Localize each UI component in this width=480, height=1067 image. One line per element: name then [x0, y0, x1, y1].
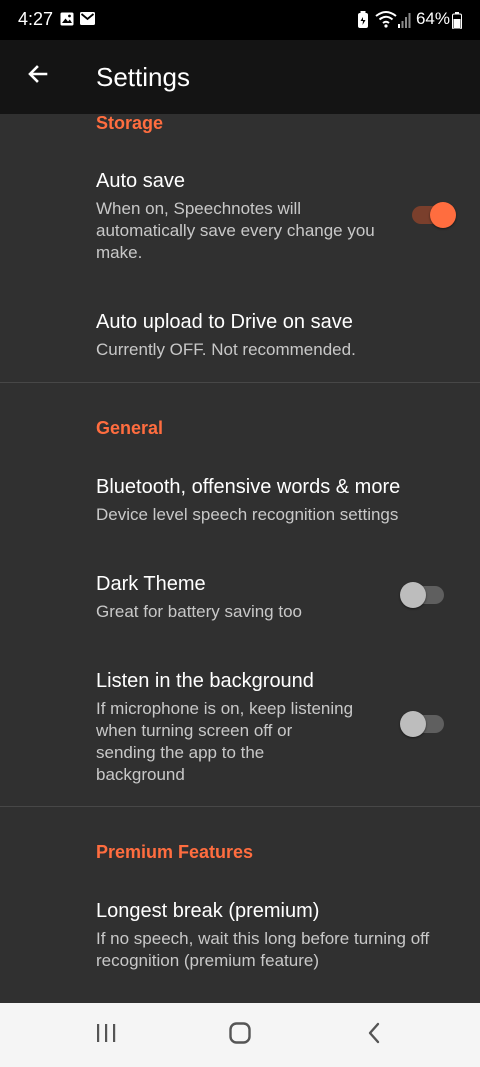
- pref-title: Bluetooth, offensive words & more: [96, 476, 401, 498]
- nav-back-icon: [366, 1021, 382, 1050]
- back-button[interactable]: [14, 52, 62, 100]
- settings-screen: 4:27 64% Settings Storage Auto save When…: [0, 0, 480, 1067]
- page-title: Settings: [96, 62, 190, 92]
- pref-listen-background[interactable]: Listen in the background If microphone i…: [0, 668, 480, 786]
- wifi-icon: [375, 10, 397, 33]
- pref-title: Listen in the background: [96, 670, 314, 692]
- pref-summary: Great for battery saving too: [96, 602, 302, 621]
- category-general: General: [96, 418, 164, 438]
- pref-longest-break[interactable]: Longest break (premium) If no speech, wa…: [0, 898, 480, 972]
- battery-percent: 64%: [415, 9, 450, 28]
- status-time: 4:27: [18, 9, 54, 29]
- pref-title: Auto save: [96, 170, 185, 192]
- pref-auto-save[interactable]: Auto save When on, Speechnotes will auto…: [0, 168, 480, 264]
- home-icon: [228, 1021, 252, 1050]
- mail-icon: [80, 12, 95, 30]
- divider: [0, 382, 480, 383]
- battery-saver-icon: [357, 11, 369, 33]
- arrow-left-icon: [26, 62, 50, 91]
- pref-title: Longest break (premium): [96, 900, 320, 922]
- navigation-bar: [0, 1003, 480, 1067]
- recents-button[interactable]: [82, 1015, 130, 1055]
- nav-back-button[interactable]: [350, 1015, 398, 1055]
- signal-icon: [398, 12, 412, 33]
- gallery-icon: [60, 12, 74, 31]
- pref-title: Dark Theme: [96, 573, 206, 595]
- pref-summary: If no speech, wait this long before turn…: [96, 929, 430, 970]
- pref-summary: Device level speech recognition settings: [96, 505, 399, 524]
- app-bar: Settings: [0, 40, 480, 114]
- home-button[interactable]: [216, 1015, 264, 1055]
- pref-title: Auto upload to Drive on save: [96, 311, 353, 333]
- pref-bluetooth[interactable]: Bluetooth, offensive words & more Device…: [0, 474, 480, 526]
- recents-icon: [95, 1023, 117, 1048]
- settings-list[interactable]: Storage Auto save When on, Speechnotes w…: [0, 114, 480, 1003]
- pref-summary: When on, Speechnotes will automatically …: [96, 199, 375, 262]
- pref-dark-theme[interactable]: Dark Theme Great for battery saving too: [0, 571, 480, 623]
- status-bar: 4:27 64%: [0, 0, 480, 40]
- category-storage: Storage: [96, 114, 164, 133]
- pref-auto-upload[interactable]: Auto upload to Drive on save Currently O…: [0, 309, 480, 361]
- pref-summary: If microphone is on, keep listening when…: [96, 699, 354, 784]
- divider: [0, 806, 480, 807]
- listen-background-toggle[interactable]: [400, 711, 446, 737]
- battery-icon: [452, 12, 462, 34]
- category-premium-features: Premium Features: [96, 842, 254, 862]
- pref-summary: Currently OFF. Not recommended.: [96, 340, 356, 359]
- dark-theme-toggle[interactable]: [400, 582, 446, 608]
- auto-save-toggle[interactable]: [412, 202, 456, 228]
